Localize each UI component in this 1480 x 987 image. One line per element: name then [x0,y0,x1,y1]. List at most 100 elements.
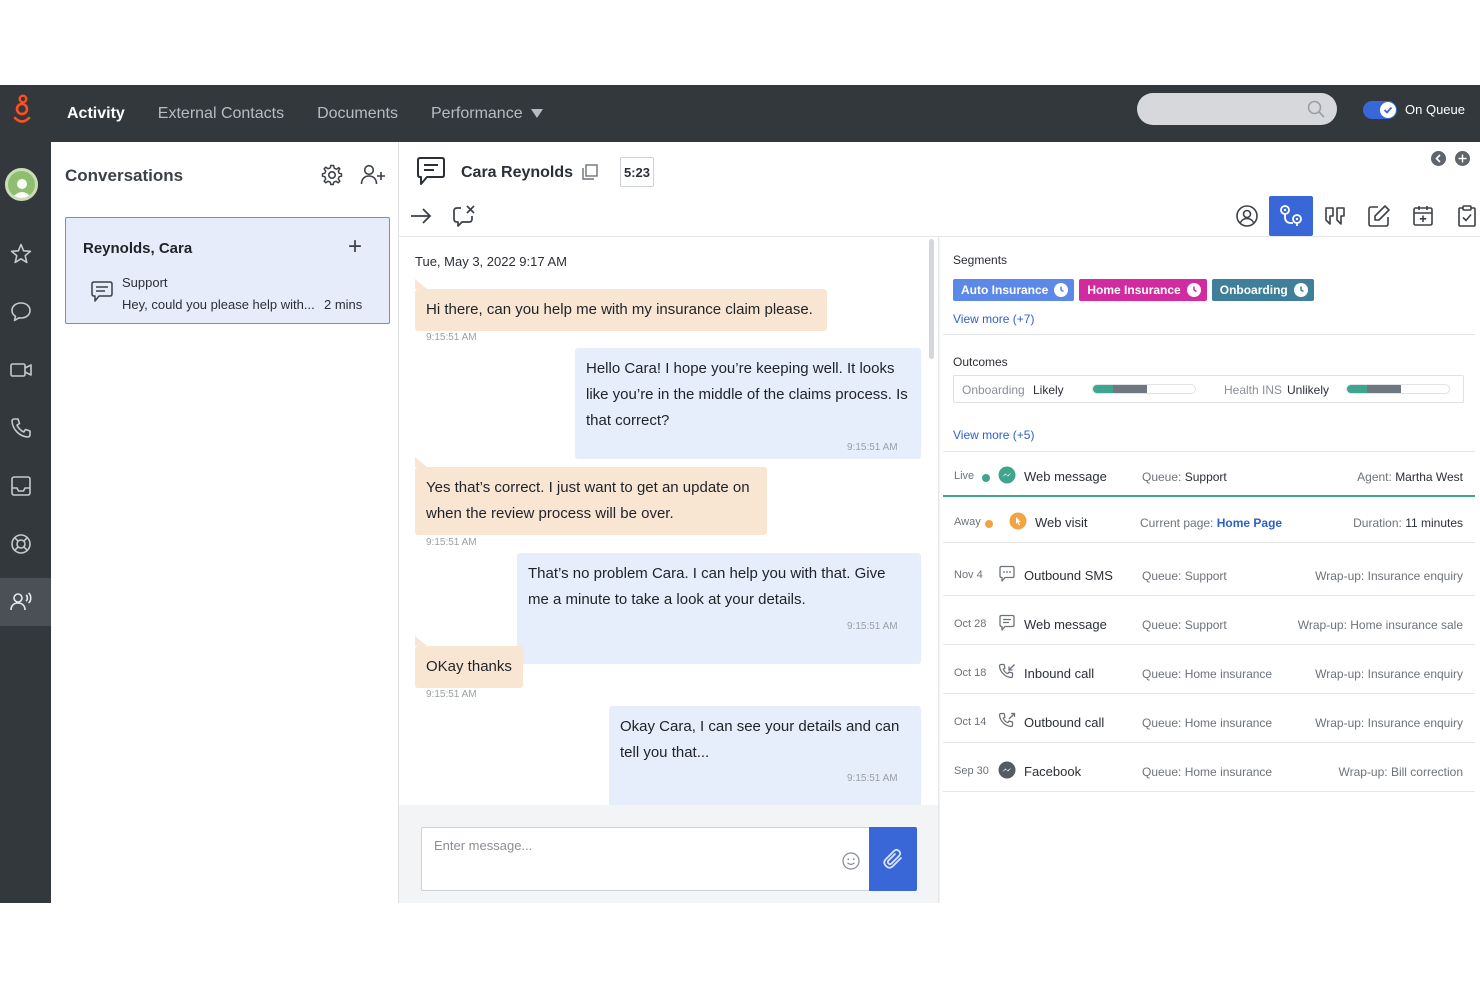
journey-channel: Outbound call [1024,715,1105,730]
transfer-arrow-icon[interactable] [409,206,433,226]
left-rail [0,142,51,903]
journey-queue-key: Queue: [1142,618,1182,632]
contact-name: Cara Reynolds [461,164,574,181]
star-icon[interactable] [9,242,33,266]
tab-scripts[interactable] [1313,196,1357,236]
message-inbound: OKay thanks [415,636,523,688]
message-input[interactable]: Enter message... [421,827,871,891]
journey-date: Oct 14 [954,716,987,728]
journey-wrapup: Wrap-up: Home insurance sale [1298,618,1463,632]
add-icon[interactable]: + [348,235,362,259]
journey-page-key: Current page: [1140,516,1214,530]
journey-wrapup-value: Insurance enquiry [1367,667,1463,681]
conversation-age: 2 mins [324,297,363,312]
journey-page-link[interactable]: Home Page [1217,516,1282,530]
journey-date: Oct 18 [954,667,987,679]
genesys-logo-icon[interactable] [10,94,34,128]
journey-wrapup-value: Insurance enquiry [1367,569,1463,583]
chat-bubble-icon[interactable] [9,300,33,324]
conversation-contact-name: Reynolds, Cara [83,240,193,257]
outcomes-label: Outcomes [953,355,1008,369]
message-input-placeholder: Enter message... [434,838,533,853]
facebook-messenger-icon [998,761,1016,779]
collapse-panel-icon[interactable] [1431,151,1446,166]
message-inbound: Hi there, can you help me with my insura… [415,279,827,331]
user-avatar[interactable] [5,168,38,201]
journey-row[interactable]: Oct 14 Outbound call Queue: Home insuran… [943,701,1475,743]
journey-queue-value: Home insurance [1184,765,1273,779]
segment-info-icon [1054,283,1069,297]
outcome-bar-fill [1113,385,1148,393]
journey-row[interactable]: Oct 18 Inbound call Queue: Home insuranc… [943,652,1475,694]
tab-schedule[interactable] [1401,196,1445,236]
journey-date: Live [954,470,975,482]
transcript-scrollbar[interactable] [929,239,934,359]
journey-page: Current page: Home Page [1140,516,1282,530]
segment-tag[interactable]: Auto Insurance [953,279,1075,301]
agents-icon[interactable] [9,590,33,614]
journey-queue-value: Support [1184,569,1227,583]
journey-row[interactable]: Sep 30 Facebook Queue: Home insurance Wr… [943,750,1475,792]
segment-tag[interactable]: Onboarding [1211,279,1314,301]
calendar-icon [1413,206,1433,226]
on-queue-label: On Queue [1405,102,1465,117]
journey-queue: Queue: Support [1142,470,1227,484]
tab-profile[interactable] [1225,196,1269,236]
journey-row[interactable]: Away Web visit Current page: Home Page D… [943,501,1475,543]
web-message-icon [999,614,1015,631]
disconnect-icon[interactable] [452,204,478,228]
tab-wrapup[interactable] [1445,196,1480,236]
message-transcript[interactable]: Tue, May 3, 2022 9:17 AM Hi there, can y… [399,237,939,805]
attach-button[interactable] [869,827,917,891]
journey-queue-value: Support [1184,470,1227,484]
copy-icon[interactable] [582,164,598,180]
search-icon[interactable] [1307,100,1325,118]
nav-performance[interactable]: Performance [431,105,543,123]
phone-icon[interactable] [9,416,33,440]
expand-panel-icon[interactable] [1455,151,1470,166]
journey-row[interactable]: Oct 28 Web message Queue: Support Wrap-u… [943,603,1475,645]
journey-wrapup-key: Wrap-up: [1338,765,1388,779]
journey-row[interactable]: Nov 4 Outbound SMS Queue: Support Wrap-u… [943,554,1475,596]
journey-channel: Web message [1024,469,1107,484]
on-queue-toggle[interactable] [1363,101,1397,119]
emoji-icon[interactable] [842,852,860,870]
message-time: 9:15:51 AM [426,332,477,343]
journey-wrapup-value: Home insurance sale [1350,618,1463,632]
segment-tags: Auto Insurance Home Insurance Onboarding [953,279,1314,301]
journey-date: Sep 30 [954,765,989,777]
outcome-value: Likely [1033,383,1064,397]
segments-view-more-link[interactable]: View more (+7) [953,312,1034,326]
segments-card: Segments Auto Insurance Home Insurance O… [943,237,1475,335]
toggle-knob [1380,102,1396,118]
segment-tag[interactable]: Home Insurance [1079,279,1207,301]
journey-queue-value: Home insurance [1184,716,1273,730]
tab-notes[interactable] [1357,196,1401,236]
tab-journey[interactable] [1269,196,1313,236]
journey-duration-value: 11 minutes [1405,516,1463,530]
away-status-dot [985,520,993,528]
journey-wrapup: Wrap-up: Insurance enquiry [1315,569,1463,583]
outcome-probability-bar [1346,384,1450,394]
nav-external-contacts[interactable]: External Contacts [158,105,284,123]
outcome-probability-bar [1092,384,1196,394]
gear-icon[interactable] [320,163,344,187]
nav-activity[interactable]: Activity [67,105,125,123]
journey-channel: Web message [1024,617,1107,632]
journey-row[interactable]: Live Web message Queue: Support Agent: M… [943,455,1475,497]
check-icon [1383,106,1393,114]
add-participant-icon[interactable] [360,163,386,187]
outcomes-view-more-link[interactable]: View more (+5) [953,428,1034,442]
nav-documents[interactable]: Documents [317,105,398,123]
inbox-icon[interactable] [9,474,33,498]
search-input[interactable] [1137,93,1337,125]
sms-icon [999,565,1015,582]
message-icon [91,281,113,302]
conversation-card[interactable]: Reynolds, Cara + Support Hey, could you … [65,217,390,324]
support-icon[interactable] [9,532,33,556]
segment-info-icon [1186,283,1201,297]
journey-wrapup-key: Agent: [1357,470,1392,484]
journey-queue-key: Queue: [1142,716,1182,730]
video-icon[interactable] [9,358,33,382]
messenger-icon [998,466,1016,484]
